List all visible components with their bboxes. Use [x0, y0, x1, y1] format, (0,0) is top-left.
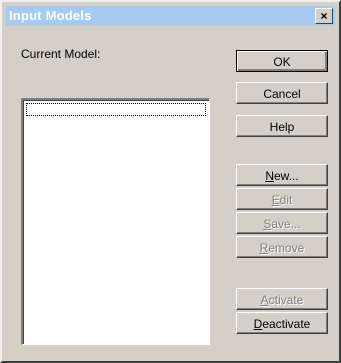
current-model-label: Current Model:	[21, 47, 101, 61]
new-rest: ew...	[273, 169, 299, 183]
activate-rest: ctivate	[268, 293, 304, 307]
activate-button[interactable]: Activate	[236, 288, 328, 310]
new-button[interactable]: New...	[236, 164, 328, 186]
title-bar[interactable]: Input Models ×	[6, 6, 335, 26]
deactivate-accel: D	[253, 317, 263, 331]
edit-button[interactable]: Edit	[236, 188, 328, 210]
cancel-button[interactable]: Cancel	[236, 82, 328, 104]
remove-rest: emove	[268, 241, 305, 255]
edit-accel: E	[271, 193, 280, 207]
window-title: Input Models	[9, 8, 92, 23]
close-button[interactable]: ×	[315, 8, 333, 24]
help-button[interactable]: Help	[236, 115, 328, 137]
listbox-focus-row[interactable]	[26, 103, 206, 116]
model-listbox[interactable]	[21, 98, 210, 345]
activate-accel: A	[260, 293, 269, 307]
help-button-label: Help	[269, 120, 295, 134]
deactivate-button[interactable]: Deactivate	[236, 312, 328, 334]
new-accel: N	[265, 169, 274, 183]
close-icon: ×	[320, 9, 328, 23]
save-button[interactable]: Save...	[236, 212, 328, 234]
remove-accel: R	[259, 241, 269, 255]
ok-button[interactable]: OK	[236, 50, 328, 72]
remove-button[interactable]: Remove	[236, 236, 328, 258]
deactivate-rest: eactivate	[262, 317, 311, 331]
cancel-button-label: Cancel	[263, 87, 301, 101]
save-rest: ave...	[271, 217, 301, 231]
ok-button-label: OK	[273, 55, 291, 69]
edit-rest: dit	[279, 193, 293, 207]
